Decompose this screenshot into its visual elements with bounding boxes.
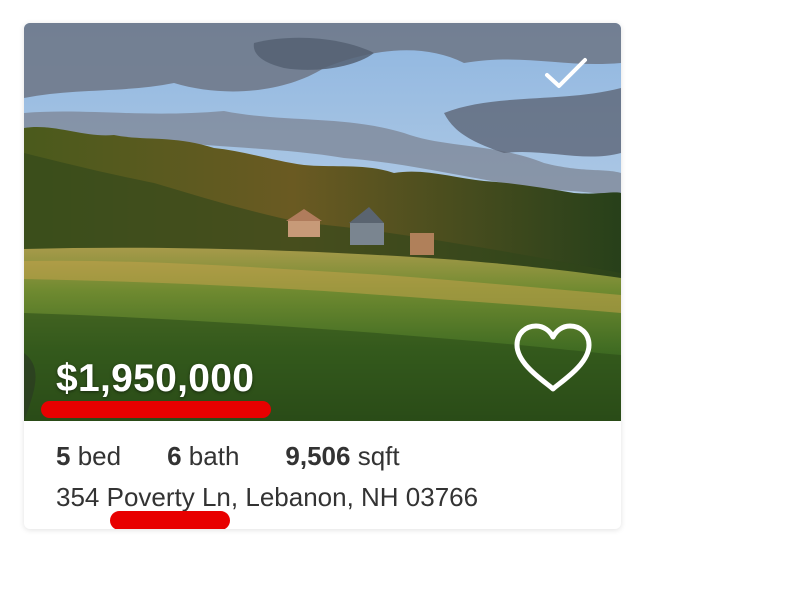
address-city-state-zip: , Lebanon, NH 03766 bbox=[230, 482, 479, 512]
beds-value: 5 bbox=[56, 441, 71, 471]
listing-address[interactable]: 354 Poverty Ln, Lebanon, NH 03766 bbox=[56, 482, 478, 513]
address-number: 354 bbox=[56, 482, 107, 512]
beds-unit: bed bbox=[77, 441, 122, 471]
check-icon[interactable] bbox=[542, 55, 590, 93]
baths-unit: bath bbox=[188, 441, 240, 471]
listing-card[interactable]: $1,950,000 5 bed 6 bath 9,506 sqft 354 Pov… bbox=[24, 23, 621, 529]
sqft-stat: 9,506 sqft bbox=[285, 441, 399, 472]
sqft-unit: sqft bbox=[357, 441, 400, 471]
sqft-value: 9,506 bbox=[285, 441, 351, 471]
listing-price: $1,950,000 bbox=[56, 357, 255, 400]
address-street: Poverty Ln bbox=[106, 482, 231, 512]
baths-value: 6 bbox=[167, 441, 182, 471]
beds-stat: 5 bed bbox=[56, 441, 121, 472]
baths-stat: 6 bath bbox=[167, 441, 239, 472]
listing-stats: 5 bed 6 bath 9,506 sqft bbox=[56, 441, 446, 472]
price-highlight-marker bbox=[41, 401, 271, 418]
street-highlight-marker bbox=[110, 511, 230, 529]
favorite-heart-icon[interactable] bbox=[511, 321, 595, 395]
